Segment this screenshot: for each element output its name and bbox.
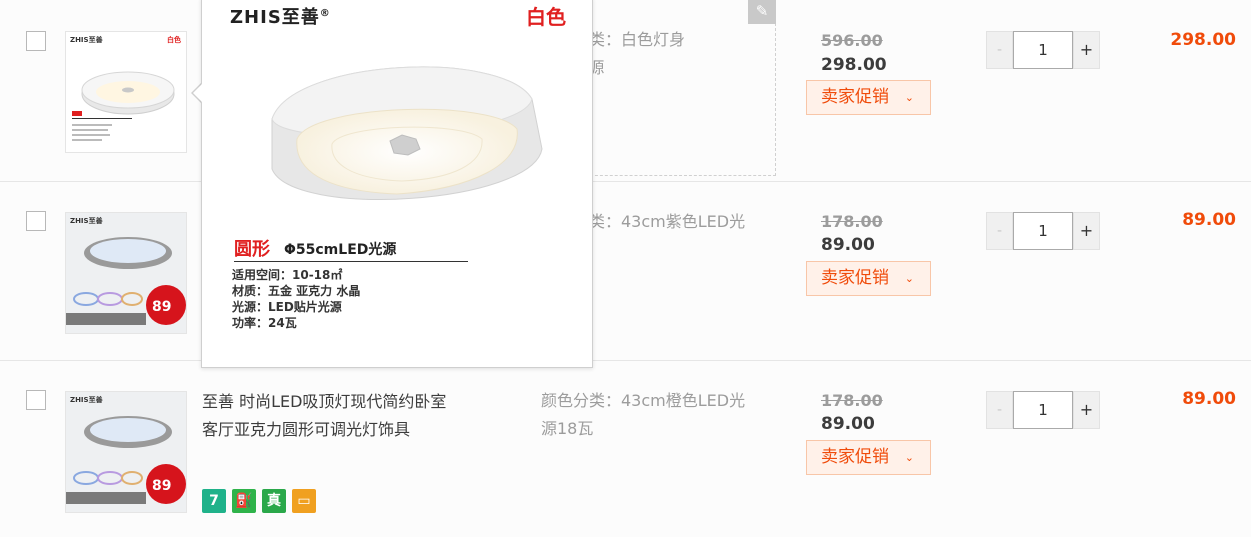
product-thumbnail[interactable]: ZHIS至善 89 xyxy=(65,212,187,334)
product-image-preview-popup: ZHIS至善® 白色 圆形 Φ55cmLED光源 适用空间：10-18㎡ 材质：… xyxy=(201,0,593,368)
seller-promo-dropdown[interactable]: 卖家促销 ⌄ xyxy=(806,440,931,475)
divider xyxy=(234,261,468,262)
title-line: 客厅亚克力圆形可调光灯饰具 xyxy=(202,420,411,439)
quantity-stepper: - 1 + xyxy=(986,212,1102,250)
sku-info: 颜色分类：43cm橙色LED光 源18瓦 xyxy=(541,387,771,443)
detail-line: 功率：24瓦 xyxy=(232,316,297,330)
current-price: 298.00 xyxy=(821,55,887,75)
sku-line: 颜色分类：43cm橙色LED光 xyxy=(541,391,746,410)
detail-line: 光源：LED贴片光源 xyxy=(232,300,342,314)
increase-button[interactable]: + xyxy=(1073,391,1100,429)
item-checkbox[interactable] xyxy=(26,390,46,410)
quantity-input[interactable]: 1 xyxy=(1013,391,1073,429)
detail-line: 适用空间：10-18㎡ xyxy=(232,268,343,282)
product-thumbnail[interactable]: ZHIS至善 89 xyxy=(65,391,187,513)
item-checkbox[interactable] xyxy=(26,31,46,51)
authentic-icon[interactable]: 真 xyxy=(262,489,286,513)
product-title-link[interactable]: 至善 时尚LED吸顶灯现代简约卧室 客厅亚克力圆形可调光灯饰具 xyxy=(202,388,502,444)
seller-promo-dropdown[interactable]: 卖家促销 ⌄ xyxy=(806,261,931,296)
increase-button[interactable]: + xyxy=(1073,212,1100,250)
popup-spec: Φ55cmLED光源 xyxy=(284,242,397,258)
subtotal: 298.00 xyxy=(1170,30,1236,50)
quantity-stepper: - 1 + xyxy=(986,391,1102,429)
promo-label: 卖家促销 xyxy=(821,87,889,107)
cart-item-row: ZHIS至善 白色 ✎ 颜色分类：白色灯身 LED光源 596.00 298.0… xyxy=(0,0,1251,181)
quantity-stepper: - 1 + xyxy=(986,31,1102,69)
lamp-thumbnail-art xyxy=(72,71,175,141)
chevron-down-icon: ⌄ xyxy=(904,272,914,285)
shipping-insurance-icon[interactable]: ⛽ xyxy=(232,489,256,513)
current-price: 89.00 xyxy=(821,414,875,434)
increase-button[interactable]: + xyxy=(1073,31,1100,69)
promo-label: 卖家促销 xyxy=(821,447,889,467)
original-price: 596.00 xyxy=(821,31,883,50)
service-icons: 7 ⛽ 真 ▭ xyxy=(202,489,316,513)
seven-day-return-icon[interactable]: 7 xyxy=(202,489,226,513)
subtotal: 89.00 xyxy=(1182,389,1236,409)
lamp-preview-image xyxy=(271,66,543,200)
sku-line: 源18瓦 xyxy=(541,419,594,438)
quantity-input[interactable]: 1 xyxy=(1013,31,1073,69)
thumbnail-logo: ZHIS至善 xyxy=(70,396,103,404)
promo-label: 卖家促销 xyxy=(821,268,889,288)
chevron-down-icon: ⌄ xyxy=(904,451,914,464)
chevron-down-icon: ⌄ xyxy=(904,91,914,104)
seller-promo-dropdown[interactable]: 卖家促销 ⌄ xyxy=(806,80,931,115)
decrease-button[interactable]: - xyxy=(986,31,1013,69)
current-price: 89.00 xyxy=(821,235,875,255)
title-line: 至善 时尚LED吸顶灯现代简约卧室 xyxy=(202,392,447,411)
thumbnail-logo: ZHIS至善 xyxy=(70,217,103,225)
lamp-thumbnail-art xyxy=(66,392,186,512)
original-price: 178.00 xyxy=(821,212,883,231)
product-thumbnail[interactable]: ZHIS至善 白色 xyxy=(65,31,187,153)
cart-item-row: ZHIS至善 89 颜色分类：43cm紫色LED光 源18瓦 178.00 89… xyxy=(0,181,1251,360)
subtotal: 89.00 xyxy=(1182,210,1236,230)
popup-details: 适用空间：10-18㎡ 材质：五金 亚克力 水晶 光源：LED贴片光源 功率：2… xyxy=(232,267,360,331)
cart-item-row: ZHIS至善 89 至善 时尚LED吸顶灯现代简约卧室 客厅亚克力圆形可调光灯饰… xyxy=(0,360,1251,537)
decrease-button[interactable]: - xyxy=(986,391,1013,429)
popup-shape-label: 圆形 xyxy=(234,239,270,260)
thumbnail-price-badge: 89 xyxy=(152,478,172,494)
original-price: 178.00 xyxy=(821,391,883,410)
detail-line: 材质：五金 亚克力 水晶 xyxy=(232,284,361,298)
quantity-input[interactable]: 1 xyxy=(1013,212,1073,250)
edit-icon[interactable]: ✎ xyxy=(748,0,776,24)
brand-logo: ZHIS至善® xyxy=(230,7,331,28)
lamp-thumbnail-art xyxy=(66,213,186,333)
decrease-button[interactable]: - xyxy=(986,212,1013,250)
item-checkbox[interactable] xyxy=(26,211,46,231)
cart-page: ZHIS至善 白色 ✎ 颜色分类：白色灯身 LED光源 596.00 298.0… xyxy=(0,0,1251,537)
thumbnail-price-badge: 89 xyxy=(152,299,172,315)
popup-color-label: 白色 xyxy=(526,5,566,29)
popup-arrow-inner xyxy=(193,83,203,103)
invoice-icon[interactable]: ▭ xyxy=(292,489,316,513)
